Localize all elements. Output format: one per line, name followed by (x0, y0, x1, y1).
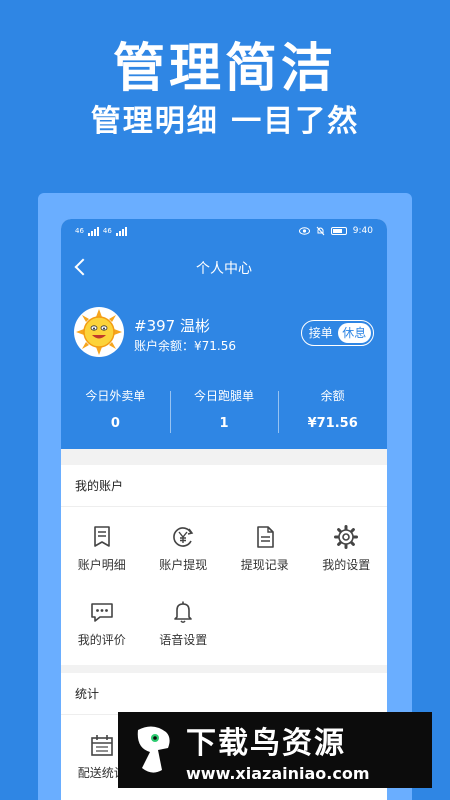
stat-balance: 余额 ¥71.56 (278, 387, 387, 437)
status-time: 9:40 (352, 226, 373, 236)
withdraw-record-item[interactable]: 提现记录 (224, 511, 306, 586)
my-settings-item[interactable]: 我的设置 (306, 511, 388, 586)
stat-today-takeout: 今日外卖单 0 (61, 387, 170, 437)
stats-summary: 今日外卖单 0 今日跑腿单 1 余额 ¥71.56 (61, 387, 387, 437)
battery-icon (330, 227, 347, 235)
eye-icon (298, 227, 310, 235)
chat-bubble-icon (90, 603, 113, 622)
yen-withdraw-icon (173, 527, 194, 547)
mute-bell-icon (316, 226, 325, 236)
bell-icon (174, 601, 193, 623)
account-details-item[interactable]: 账户明细 (61, 511, 143, 586)
record-file-icon (256, 526, 274, 548)
calendar-icon (90, 735, 113, 756)
avatar[interactable] (74, 307, 124, 357)
page-title: 个人中心 (196, 261, 252, 277)
watermark-brand: 下载鸟资源 (186, 725, 346, 761)
grid-item-label: 我的评价 (77, 633, 126, 647)
signal-icon-2 (115, 226, 127, 236)
my-reviews-item[interactable]: 我的评价 (61, 586, 143, 661)
withdraw-item[interactable]: 账户提现 (143, 511, 225, 586)
section-title: 我的账户 (61, 465, 387, 507)
grid-item-label: 账户明细 (77, 558, 126, 572)
grid-item-label: 语音设置 (159, 633, 208, 647)
user-name: #397 温彬 (134, 317, 210, 335)
promo-subtitle: 管理明细 一目了然 (90, 104, 360, 139)
section-title: 统计 (61, 673, 387, 715)
signal-icon (87, 226, 99, 236)
stat-value: ¥71.56 (307, 416, 358, 431)
stat-label: 余额 (320, 389, 345, 403)
watermark-banner: 下载鸟资源 www.xiazainiao.com (118, 712, 432, 788)
stat-value: 0 (110, 416, 120, 431)
account-balance: 账户余额：¥71.56 (134, 339, 236, 353)
toggle-accept-orders[interactable]: 接单 (304, 323, 338, 343)
sun-face-icon (76, 309, 122, 355)
nav-bar: 个人中心 (61, 253, 387, 283)
grid-item-label: 提现记录 (240, 558, 289, 572)
status-bar: 46 46 9:40 (61, 219, 387, 243)
stat-today-errand: 今日跑腿单 1 (169, 387, 279, 437)
document-list-icon (93, 526, 110, 547)
profile-header: 46 46 9:40 个人中心 #397 温彬 账户余额：¥71.56 接单 休… (61, 219, 387, 449)
voice-settings-item[interactable]: 语音设置 (143, 586, 225, 661)
promo-title: 管理简洁 (112, 39, 337, 99)
watermark-url: www.xiazainiao.com (186, 763, 370, 783)
stat-label: 今日跑腿单 (194, 389, 255, 403)
grid-item-label: 账户提现 (159, 558, 208, 572)
gear-icon (334, 525, 359, 549)
carrier2-label: 46 (102, 227, 112, 235)
stat-label: 今日外卖单 (85, 389, 146, 403)
carrier1-label: 46 (75, 227, 84, 235)
bird-logo-icon (137, 726, 170, 773)
my-account-card: 我的账户 账户明细 账户提现 提现记录 我的设置 我的评价 语音设置 (61, 465, 387, 665)
grid-item-label: 我的设置 (322, 558, 371, 572)
toggle-rest[interactable]: 休息 (337, 323, 371, 343)
stat-value: 1 (219, 416, 229, 431)
work-status-toggle[interactable]: 接单 休息 (301, 320, 374, 346)
